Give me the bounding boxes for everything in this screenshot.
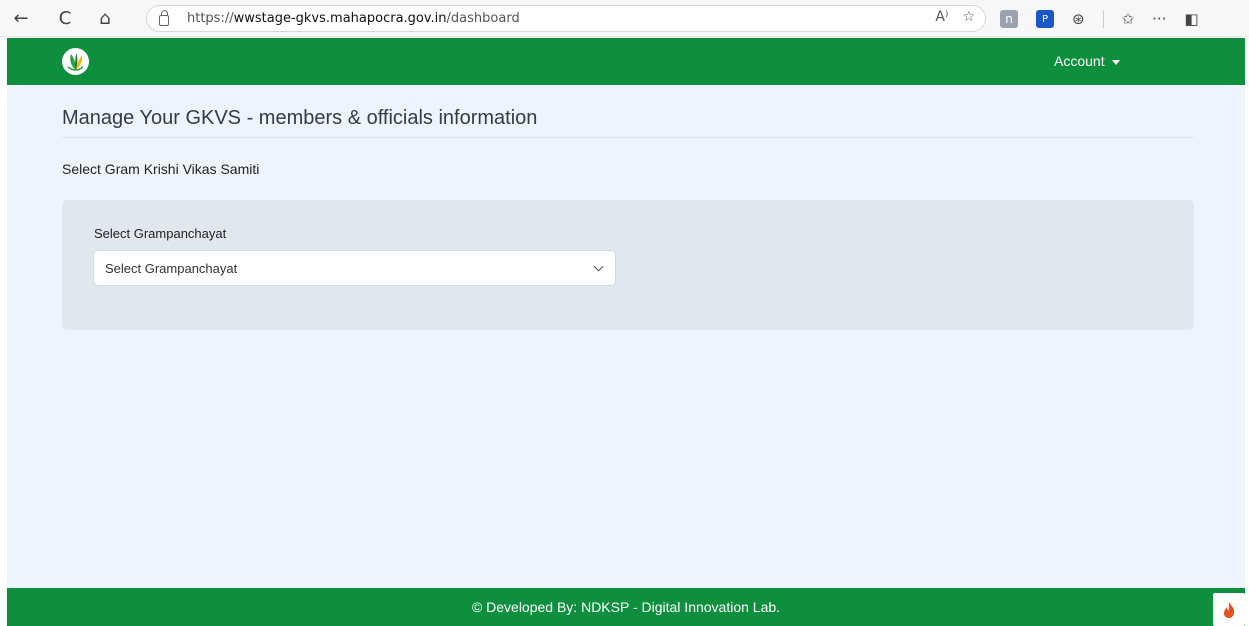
- app-header: Account: [7, 38, 1245, 85]
- back-arrow-icon: ←: [13, 7, 29, 29]
- grampanchayat-label: Select Grampanchayat: [94, 226, 227, 241]
- favorite-star-icon[interactable]: ☆: [962, 9, 975, 25]
- footer: © Developed By: NDKSP - Digital Innovati…: [7, 588, 1245, 626]
- extension-n-icon[interactable]: n: [1000, 10, 1018, 28]
- flame-icon: [1223, 601, 1235, 618]
- account-menu[interactable]: Account: [1054, 53, 1120, 69]
- leaf-logo-icon: [62, 48, 89, 75]
- extensions-icon[interactable]: ⊛: [1072, 10, 1085, 28]
- browser-toolbar: ← C ⌂ https://wwstage-gkvs.mahapocra.gov…: [0, 0, 1249, 37]
- back-button[interactable]: ←: [6, 3, 36, 33]
- grampanchayat-selected-value: Select Grampanchayat: [105, 260, 238, 276]
- grampanchayat-select[interactable]: Select Grampanchayat: [93, 250, 616, 286]
- toolbar-divider: [1102, 10, 1104, 28]
- sidebar-toggle-icon[interactable]: ◧: [1184, 10, 1198, 28]
- url-host: wwstage-gkvs.mahapocra.gov.in: [233, 11, 447, 26]
- lock-icon: [159, 9, 169, 26]
- gkvs-logo[interactable]: [62, 48, 89, 75]
- favorites-icon[interactable]: ✩: [1122, 10, 1135, 28]
- home-button[interactable]: ⌂: [90, 3, 120, 33]
- footer-credit: © Developed By: NDKSP - Digital Innovati…: [471, 599, 781, 615]
- more-options-icon[interactable]: ···: [1152, 10, 1166, 28]
- title-divider: [62, 137, 1194, 138]
- reload-icon: C: [58, 7, 72, 29]
- reload-button[interactable]: C: [50, 3, 80, 33]
- account-label: Account: [1054, 53, 1105, 69]
- chevron-down-icon: [593, 261, 604, 272]
- caret-down-icon: [1111, 59, 1120, 65]
- main-content: Manage Your GKVS - members & officials i…: [7, 85, 1245, 588]
- flame-widget-button[interactable]: [1213, 593, 1245, 626]
- address-bar[interactable]: https://wwstage-gkvs.mahapocra.gov.in/da…: [146, 5, 986, 32]
- home-icon: ⌂: [99, 7, 111, 29]
- url-text[interactable]: https://wwstage-gkvs.mahapocra.gov.in/da…: [187, 11, 520, 26]
- read-aloud-icon[interactable]: A⁾: [935, 9, 948, 25]
- grampanchayat-panel: Select Grampanchayat Select Grampanchaya…: [62, 200, 1194, 330]
- page-title: Manage Your GKVS - members & officials i…: [62, 107, 538, 129]
- extension-blue-icon[interactable]: P: [1036, 10, 1054, 28]
- section-subtitle: Select Gram Krishi Vikas Samiti: [62, 161, 260, 177]
